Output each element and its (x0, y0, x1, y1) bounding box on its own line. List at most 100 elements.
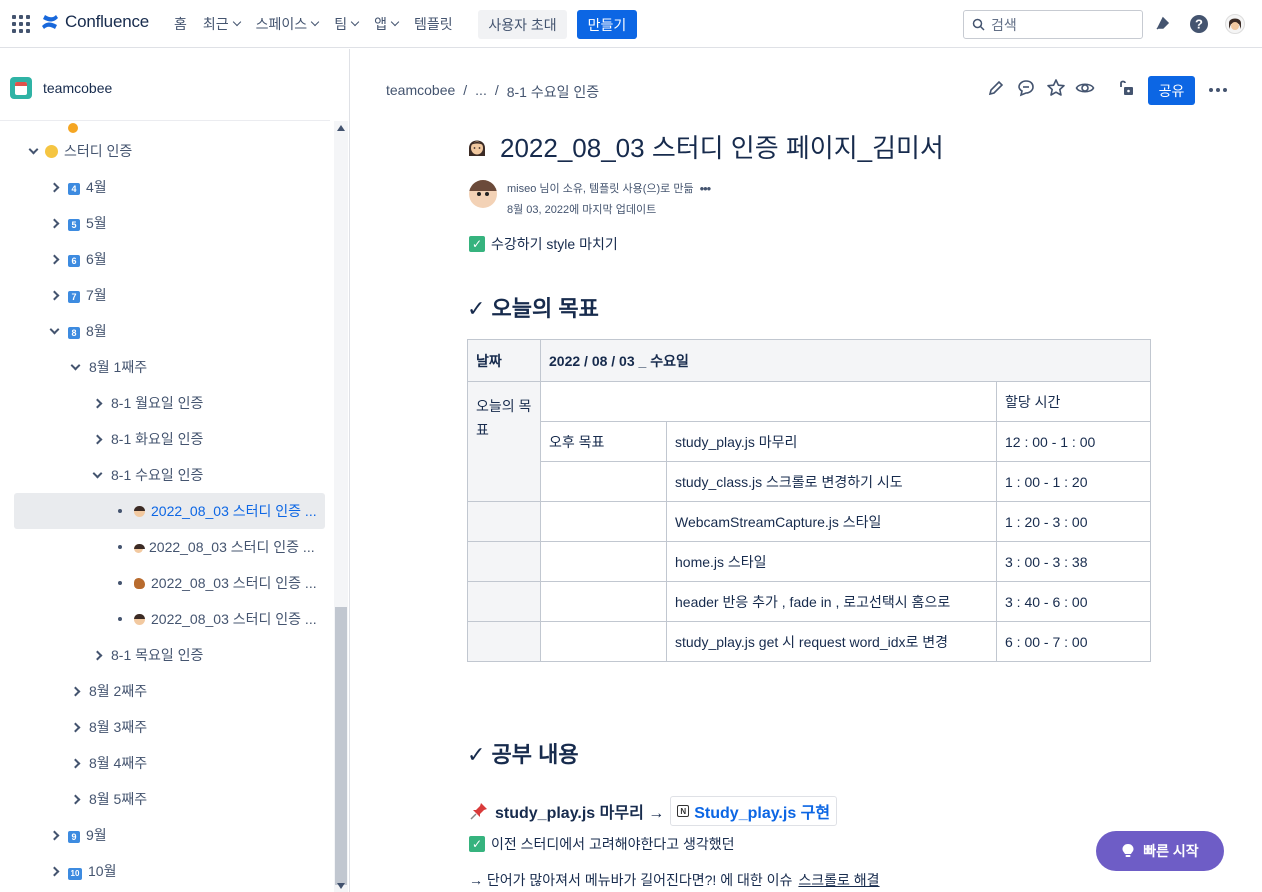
tree-item-june[interactable]: 6 6월 (0, 241, 330, 277)
pushpin-icon (470, 803, 487, 820)
tree-item-aug-week2[interactable]: 8월 2째주 (0, 673, 330, 709)
help-icon[interactable]: ? (1188, 13, 1210, 35)
table-cell-empty (540, 461, 667, 502)
chevron-right-icon[interactable] (47, 180, 61, 194)
tree-item-sibling-page[interactable]: 2022_08_03 스터디 인증 ... (0, 565, 330, 601)
chevron-down-icon[interactable] (47, 324, 61, 338)
more-actions-icon[interactable] (1208, 80, 1228, 105)
chevron-right-icon[interactable] (47, 864, 61, 878)
restrictions-lock-icon[interactable] (1116, 78, 1136, 103)
tree-item-study-cert[interactable]: 스터디 인증 (0, 133, 330, 169)
edit-icon[interactable] (986, 78, 1006, 103)
tree-item-aug-week5[interactable]: 8월 5째주 (0, 781, 330, 817)
scroll-down-arrow-icon[interactable] (337, 883, 345, 889)
tree-item-aug-week4[interactable]: 8월 4째주 (0, 745, 330, 781)
chevron-right-icon[interactable] (68, 792, 82, 806)
tree-item-label: 8-1 월요일 인증 (111, 395, 204, 411)
author-avatar[interactable] (469, 180, 497, 208)
chevron-down-icon (232, 17, 241, 27)
chevron-down-icon (390, 17, 400, 27)
breadcrumb-ellipsis[interactable]: ... (475, 82, 487, 102)
tree-item-sibling-page[interactable]: 2022_08_03 스터디 인증 ... (0, 529, 330, 565)
chevron-right-icon[interactable] (47, 252, 61, 266)
share-button[interactable]: 공유 (1148, 76, 1195, 105)
check-mark-icon: ✓ (469, 836, 485, 852)
tree-item-thu-cert[interactable]: 8-1 목요일 인증 (0, 637, 330, 673)
space-header[interactable]: teamcobee (10, 77, 112, 99)
breadcrumb-separator: / (463, 82, 468, 98)
chevron-right-icon[interactable] (90, 396, 104, 410)
tree-item-label: 8월 (86, 323, 107, 339)
notifications-bell-icon[interactable] (1152, 13, 1174, 35)
nav-recent-label: 최근 (202, 16, 229, 32)
invite-people-button[interactable]: 사용자 초대 (478, 10, 567, 39)
create-button[interactable]: 만들기 (577, 10, 637, 39)
comment-icon[interactable] (1016, 78, 1036, 103)
keycap-number-icon: 5 (68, 219, 80, 231)
nav-recent[interactable]: 최근 (195, 8, 248, 40)
quick-start-button[interactable]: 빠른 시작 (1096, 831, 1224, 871)
confluence-logo[interactable]: Confluence (40, 12, 149, 32)
page-title: 2022_08_03 스터디 인증 페이지_김미서 (466, 128, 944, 165)
tree-item-may[interactable]: 5 5월 (0, 205, 330, 241)
tree-item-october[interactable]: 10 10월 (0, 853, 330, 889)
chevron-down-icon[interactable] (90, 468, 104, 482)
scroll-up-arrow-icon[interactable] (337, 125, 345, 131)
tree-item-august[interactable]: 8 8월 (0, 313, 330, 349)
chevron-right-icon[interactable] (90, 648, 104, 662)
chevron-right-icon[interactable] (47, 216, 61, 230)
nav-spaces[interactable]: 스페이스 (248, 8, 327, 40)
tree-item-tue-cert[interactable]: 8-1 화요일 인증 (0, 421, 330, 457)
breadcrumb-parent[interactable]: 8-1 수요일 인증 (507, 82, 599, 102)
chevron-right-icon[interactable] (68, 756, 82, 770)
heading-study: ✓ 공부 내용 (467, 742, 579, 767)
watch-eye-icon[interactable] (1075, 78, 1095, 103)
profile-avatar[interactable] (1224, 13, 1246, 35)
tree-item-sibling-page[interactable]: 2022_08_03 스터디 인증 ... (0, 601, 330, 637)
chevron-right-icon[interactable] (68, 720, 82, 734)
tree-item-label: 8-1 화요일 인증 (111, 431, 204, 447)
bullet-icon (118, 617, 122, 621)
chevron-right-icon[interactable] (90, 432, 104, 446)
tree-item-july[interactable]: 7 7월 (0, 277, 330, 313)
study-line-3: → 단어가 많아져서 메뉴바가 길어진다면?! 에 대한 이슈 스크롤로 해결 (469, 870, 880, 890)
breadcrumb-space[interactable]: teamcobee (386, 82, 455, 102)
study-item: study_play.js 마무리 → N Study_play.js 구현 (469, 796, 838, 826)
keycap-number-icon: 9 (68, 831, 80, 843)
nav-home[interactable]: 홈 (166, 8, 195, 40)
tree-item-september[interactable]: 9 9월 (0, 817, 330, 853)
tree-item-wed-cert[interactable]: 8-1 수요일 인증 (0, 457, 330, 493)
space-name: teamcobee (43, 80, 113, 96)
sidebar-scrollbar[interactable] (334, 121, 348, 892)
tree-item-current-page[interactable]: 2022_08_03 스터디 인증 ... (14, 493, 325, 529)
table-cell-empty (540, 501, 667, 542)
study-line-3-link[interactable]: 스크롤로 해결 (798, 870, 879, 890)
app-switcher-icon[interactable] (12, 15, 30, 33)
keycap-number-icon: 4 (68, 183, 80, 195)
tree-item-aug-week3[interactable]: 8월 3째주 (0, 709, 330, 745)
search-box[interactable] (963, 10, 1143, 39)
chevron-right-icon[interactable] (47, 288, 61, 302)
search-input[interactable] (991, 16, 1131, 33)
study-item-prefix: study_play.js 마무리 → (495, 805, 665, 822)
chevron-down-icon[interactable] (26, 144, 40, 158)
study-item-link[interactable]: N Study_play.js 구현 (670, 796, 838, 826)
tree-item-april[interactable]: 4 4월 (0, 169, 330, 205)
link-text: Study_play.js 구현 (694, 805, 831, 822)
scrollbar-thumb[interactable] (335, 607, 347, 885)
search-icon (972, 18, 985, 31)
table-task: WebcamStreamCapture.js 스타일 (666, 501, 997, 542)
chevron-down-icon[interactable] (68, 360, 82, 374)
more-icon[interactable]: ••• (700, 181, 712, 196)
nav-templates[interactable]: 템플릿 (406, 8, 461, 40)
nav-teams[interactable]: 팀 (326, 8, 366, 40)
tree-item-mon-cert[interactable]: 8-1 월요일 인증 (0, 385, 330, 421)
chevron-right-icon[interactable] (47, 828, 61, 842)
table-period-label: 오후 목표 (540, 421, 667, 462)
breadcrumb: teamcobee / ... / 8-1 수요일 인증 (386, 82, 599, 102)
tree-item-aug-week1[interactable]: 8월 1째주 (0, 349, 330, 385)
star-icon[interactable] (1046, 78, 1066, 103)
chevron-right-icon[interactable] (68, 684, 82, 698)
tree-item-label: 5월 (86, 215, 107, 231)
nav-apps[interactable]: 앱 (366, 8, 406, 40)
